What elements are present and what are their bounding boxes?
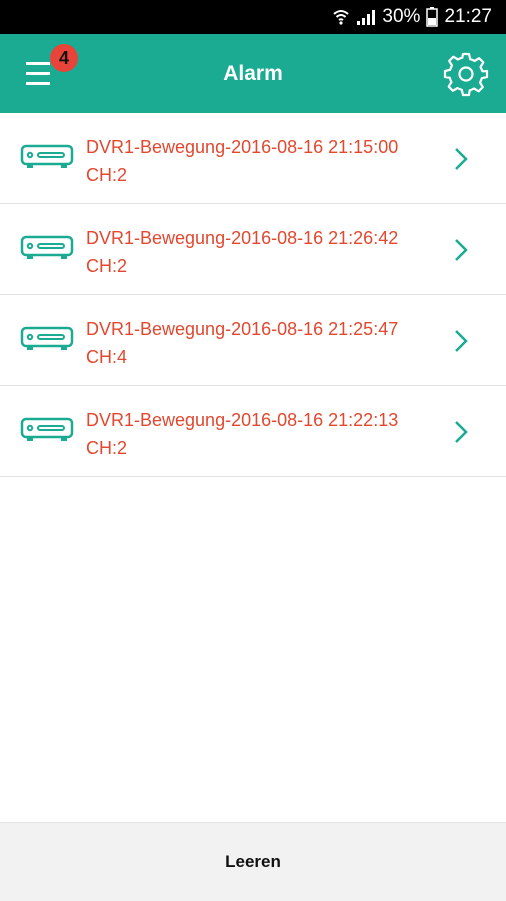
chevron-right-icon <box>454 238 468 262</box>
status-bar: 30% 21:27 <box>0 0 506 34</box>
alarm-row[interactable]: DVR1-Bewegung-2016-08-16 21:26:42 CH:2 <box>0 204 506 295</box>
gear-icon <box>442 52 490 102</box>
alarm-channel: CH:2 <box>86 165 128 185</box>
app-bar: Alarm 4 <box>0 34 506 113</box>
alarm-text: DVR1-Bewegung-2016-08-16 21:26:42 CH:2 <box>86 224 398 280</box>
alarm-title: DVR1-Bewegung-2016-08-16 21:15:00 <box>86 137 399 157</box>
alarm-title: DVR1-Bewegung-2016-08-16 21:25:47 <box>86 319 399 339</box>
clear-button[interactable]: Leeren <box>0 823 506 901</box>
alarm-row[interactable]: DVR1-Bewegung-2016-08-16 21:15:00 CH:2 <box>0 113 506 204</box>
alarm-channel: CH:4 <box>86 347 128 367</box>
status-bar-right: 30% 21:27 <box>332 0 492 34</box>
alarm-channel: CH:2 <box>86 256 128 276</box>
page-title: Alarm <box>223 62 283 85</box>
dvr-device-icon <box>20 235 74 261</box>
alarm-title: DVR1-Bewegung-2016-08-16 21:22:13 <box>86 410 399 430</box>
settings-button[interactable] <box>442 50 490 98</box>
chevron-right-icon <box>454 329 468 353</box>
chevron-right-icon <box>454 420 468 444</box>
alarm-title: DVR1-Bewegung-2016-08-16 21:26:42 <box>86 228 399 248</box>
hamburger-menu-icon <box>22 62 62 98</box>
dvr-device-icon <box>20 144 74 170</box>
alarm-row[interactable]: DVR1-Bewegung-2016-08-16 21:22:13 CH:2 <box>0 386 506 477</box>
clock: 21:27 <box>444 6 492 27</box>
signal-icon <box>356 8 376 26</box>
chevron-right-icon <box>454 147 468 171</box>
alarm-text: DVR1-Bewegung-2016-08-16 21:22:13 CH:2 <box>86 406 398 462</box>
alarm-text: DVR1-Bewegung-2016-08-16 21:15:00 CH:2 <box>86 133 398 189</box>
notification-badge: 4 <box>50 44 78 72</box>
alarm-channel: CH:2 <box>86 438 128 458</box>
alarm-list: DVR1-Bewegung-2016-08-16 21:15:00 CH:2 D… <box>0 113 506 477</box>
alarm-text: DVR1-Bewegung-2016-08-16 21:25:47 CH:4 <box>86 315 398 371</box>
dvr-device-icon <box>20 326 74 352</box>
battery-icon <box>426 7 439 27</box>
battery-percent: 30% <box>382 6 421 27</box>
wifi-icon <box>332 8 350 26</box>
dvr-device-icon <box>20 417 74 443</box>
alarm-row[interactable]: DVR1-Bewegung-2016-08-16 21:25:47 CH:4 <box>0 295 506 386</box>
bottom-bar: Leeren <box>0 822 506 901</box>
